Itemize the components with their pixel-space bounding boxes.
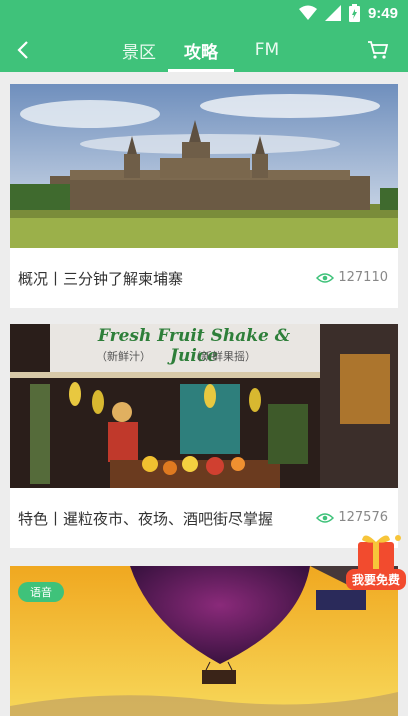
gift-box-icon xyxy=(358,535,401,572)
battery-icon xyxy=(348,4,360,22)
tab-bar: 景区 攻略 FM xyxy=(110,28,300,72)
article-card[interactable]: Fresh Fruit Shake & Juice （新鲜汁） （新鲜果摇） 特… xyxy=(10,324,398,548)
view-count-value: 127110 xyxy=(338,270,388,285)
eye-icon xyxy=(316,512,335,523)
back-arrow-icon[interactable] xyxy=(12,38,36,62)
angkor-wat-photo xyxy=(10,84,398,248)
article-card[interactable]: 概况丨三分钟了解柬埔寨 127110 xyxy=(10,84,398,308)
view-count: 127576 xyxy=(316,510,388,525)
view-count: 127110 xyxy=(316,270,388,285)
eye-icon xyxy=(316,272,335,283)
stall-sign-sub-2: （新鲜果摇） xyxy=(190,350,256,363)
view-count-value: 127576 xyxy=(338,510,388,525)
card-title[interactable]: 特色丨暹粒夜市、夜场、酒吧街尽掌握 xyxy=(18,508,273,529)
status-time: 9:49 xyxy=(367,4,398,22)
wifi-icon xyxy=(298,5,317,20)
card-meta: 特色丨暹粒夜市、夜场、酒吧街尽掌握 127576 xyxy=(10,488,398,548)
fruit-stall-photo: Fresh Fruit Shake & Juice （新鲜汁） （新鲜果摇） xyxy=(10,324,398,488)
free-gift-label: 我要免费 xyxy=(346,569,406,590)
tab-guide[interactable]: 攻略 xyxy=(168,28,234,72)
article-card[interactable]: 语音 xyxy=(10,566,398,716)
cart-icon[interactable] xyxy=(366,38,390,62)
top-nav: 景区 攻略 FM xyxy=(0,28,408,72)
signal-icon xyxy=(324,5,341,21)
card-title[interactable]: 概况丨三分钟了解柬埔寨 xyxy=(18,268,183,289)
guide-feed[interactable]: 概况丨三分钟了解柬埔寨 127110 Fresh Fruit Shake & J… xyxy=(0,72,408,716)
card-meta: 概况丨三分钟了解柬埔寨 127110 xyxy=(10,248,398,308)
free-gift-button[interactable]: 我要免费 xyxy=(346,530,406,592)
tab-fm[interactable]: FM xyxy=(234,28,300,72)
status-bar: 9:49 xyxy=(0,0,408,28)
stall-sign-sub-1: （新鲜汁） xyxy=(96,350,151,363)
voice-badge: 语音 xyxy=(18,582,64,602)
balloon-photo: 语音 xyxy=(10,566,398,716)
tab-scenic[interactable]: 景区 xyxy=(110,28,168,72)
